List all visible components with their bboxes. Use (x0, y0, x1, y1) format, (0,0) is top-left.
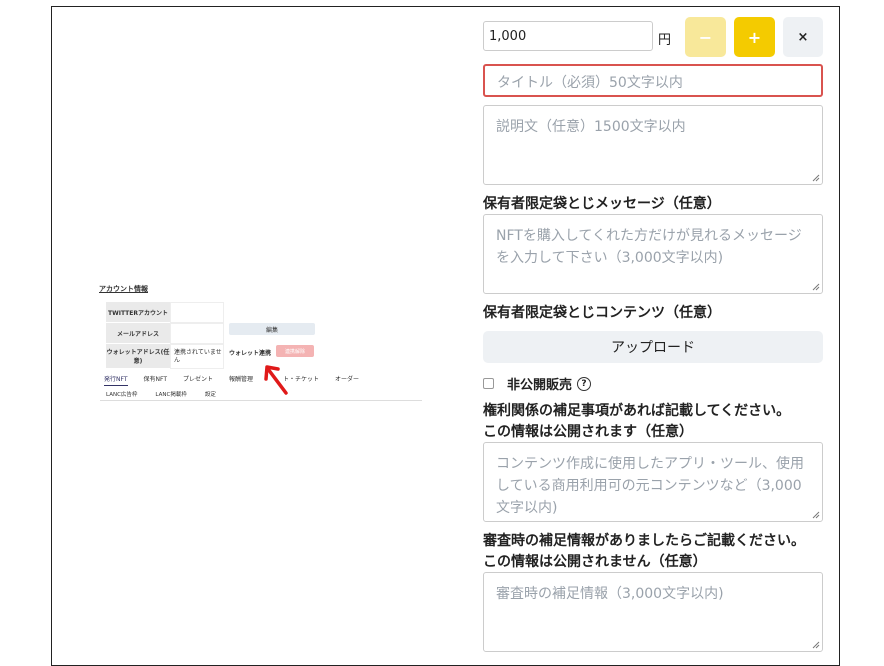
thumb-tabs: 発行NFT 保有NFT プレゼント 報酬管理 ト・チケット オーダー (104, 374, 359, 386)
close-button[interactable]: × (783, 17, 823, 57)
upload-button[interactable]: アップロード (483, 331, 823, 363)
currency-label: 円 (658, 33, 672, 48)
thumb-tab: ト・チケット (283, 376, 320, 383)
holder-content-label: 保有者限定袋とじコンテンツ（任意） (483, 305, 721, 321)
rights-label-1: 権利関係の補足事項があれば記載してください。 (483, 403, 791, 419)
thumb-row-label: ウォレットアドレス(任意) (106, 344, 170, 369)
review-label-2: この情報は公開されません（任意） (483, 554, 707, 570)
decrease-button[interactable]: − (685, 17, 726, 57)
review-textarea[interactable]: 審査時の補足情報（3,000文字以内) (483, 572, 823, 652)
thumb-section-title: アカウント情報 (99, 285, 148, 293)
review-label-1: 審査時の補足情報がありましたらご記載ください。 (483, 533, 805, 549)
thumb-row-label: メールアドレス (106, 323, 170, 344)
thumb-row-label: TWITTERアカウント (106, 302, 170, 323)
help-icon[interactable]: ? (577, 376, 592, 391)
resize-handle-icon[interactable] (812, 641, 820, 649)
thumb-row: ウォレットアドレス(任意) 連携されていません (106, 344, 224, 369)
resize-handle-icon[interactable] (812, 174, 820, 182)
resize-handle-icon[interactable] (812, 283, 820, 291)
title-input[interactable]: タイトル（必須）50文字以内 (483, 64, 823, 97)
thumb-row-value: 連携されていません (170, 344, 224, 369)
holder-message-label: 保有者限定袋とじメッセージ（任意） (483, 196, 721, 212)
thumb-tabs-secondary: LANC広告枠 LANC掲載枠 設定 (106, 390, 216, 398)
thumb-row: メールアドレス (106, 323, 224, 344)
thumb-unlink-button: 連携解除 (276, 345, 314, 357)
private-sale-checkbox[interactable] (483, 378, 494, 389)
thumb-row-value (170, 323, 224, 344)
rights-label-2: この情報は公開されます（任意） (483, 424, 693, 440)
account-info-screenshot: アカウント情報 TWITTERアカウント メールアドレス ウォレットアドレス(任… (96, 282, 424, 404)
thumb-tab: 設定 (204, 392, 216, 398)
private-sale-label: 非公開販売 (507, 378, 573, 393)
review-placeholder: 審査時の補足情報（3,000文字以内) (496, 586, 724, 602)
holder-message-placeholder: NFTを購入してくれた方だけが見れるメッセージを入力して下さい（3,000文字以… (496, 228, 802, 266)
thumb-tab: 保有NFT (143, 376, 168, 383)
thumb-row-value (170, 302, 224, 323)
description-textarea[interactable]: 説明文（任意）1500文字以内 (483, 105, 823, 185)
price-row: 1,000 円 − + × (483, 16, 823, 57)
thumb-tab: 報酬管理 (229, 376, 254, 383)
thumb-wallet-link-label: ウォレット連携 (229, 350, 272, 357)
rights-textarea[interactable]: コンテンツ作成に使用したアプリ・ツール、使用している商用利用可の元コンテンツなど… (483, 442, 823, 522)
thumb-tab: オーダー (335, 376, 360, 383)
thumb-tab: LANC掲載枠 (155, 392, 187, 398)
resize-handle-icon[interactable] (812, 511, 820, 519)
thumb-tab: プレゼント (183, 376, 214, 383)
thumb-edit-button: 編集 (229, 323, 315, 335)
thumb-account-table: TWITTERアカウント メールアドレス ウォレットアドレス(任意) 連携されて… (106, 302, 224, 369)
thumb-row: TWITTERアカウント (106, 302, 224, 323)
price-input[interactable]: 1,000 (483, 21, 653, 51)
thumb-tab: LANC広告枠 (106, 392, 138, 398)
thumb-divider (100, 400, 422, 401)
private-sale-row: 非公開販売 ? (483, 374, 592, 393)
title-placeholder: タイトル（必須）50文字以内 (497, 75, 683, 91)
rights-placeholder: コンテンツ作成に使用したアプリ・ツール、使用している商用利用可の元コンテンツなど… (496, 456, 804, 516)
increase-button[interactable]: + (734, 17, 775, 57)
thumb-tab: 発行NFT (104, 374, 128, 386)
description-placeholder: 説明文（任意）1500文字以内 (496, 119, 686, 135)
holder-message-textarea[interactable]: NFTを購入してくれた方だけが見れるメッセージを入力して下さい（3,000文字以… (483, 214, 823, 294)
